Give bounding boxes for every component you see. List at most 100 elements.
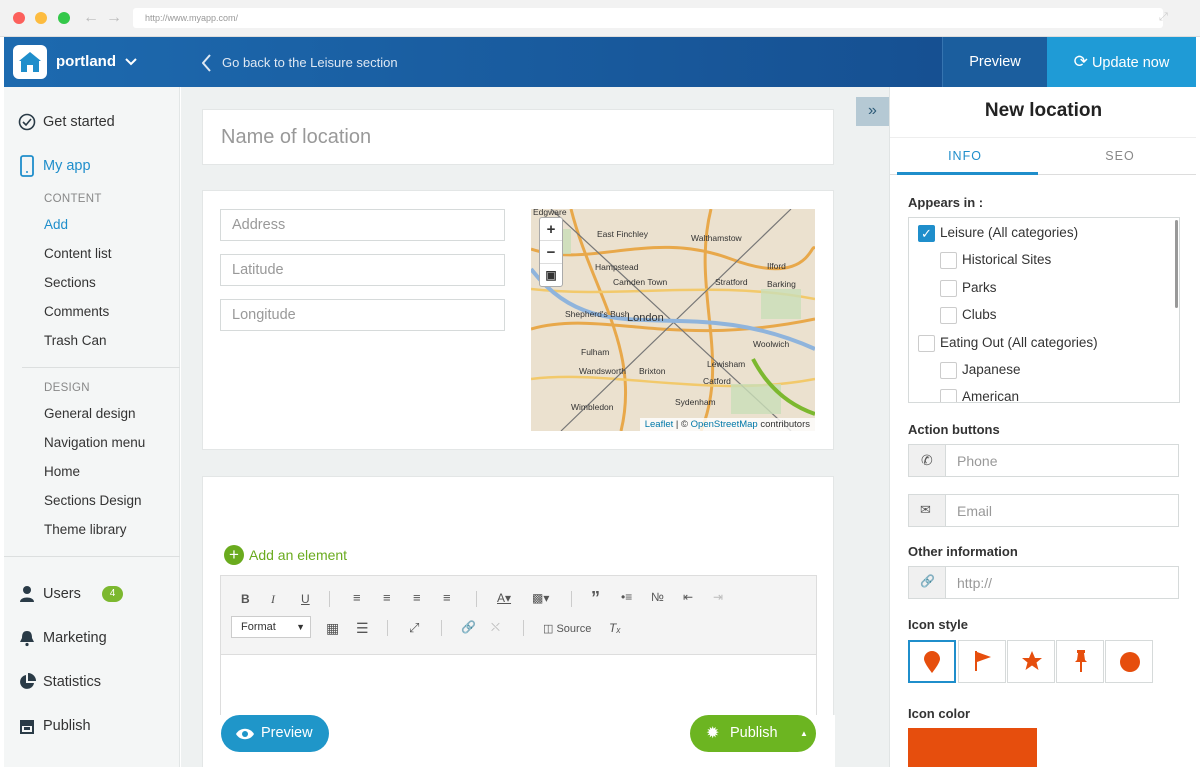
toolbar-separator (476, 591, 477, 607)
content-section-header: CONTENT (44, 193, 102, 205)
app-window: portland Go back to the Leisure section … (4, 37, 1196, 767)
zoom-out-button[interactable]: − (540, 241, 562, 264)
phone-field[interactable]: ✆ Phone (908, 444, 1179, 477)
active-tab-indicator (897, 172, 1038, 175)
icon-style-option[interactable] (958, 640, 1006, 683)
openstreetmap-link[interactable]: OpenStreetMap (691, 419, 758, 430)
format-select[interactable]: Format ▼ (231, 616, 311, 638)
name-of-location-input[interactable]: Name of location (221, 126, 371, 149)
category-scrollbar[interactable] (1175, 220, 1178, 308)
url-input[interactable]: http:// (957, 575, 992, 591)
address-input[interactable]: Address (220, 209, 505, 241)
sidebar-item-sections-design[interactable]: Sections Design (44, 493, 142, 508)
zoom-in-button[interactable]: + (540, 218, 562, 241)
link-icon[interactable]: 🔗 (461, 620, 476, 634)
source-button[interactable]: ◫ Source (543, 622, 591, 635)
sidebar-item-add[interactable]: Add (44, 217, 68, 232)
fullscreen-icon[interactable]: ⤢ (1159, 12, 1170, 23)
sidebar-item-theme-library[interactable]: Theme library (44, 522, 127, 537)
checkbox[interactable] (940, 389, 957, 402)
sidebar-item-home[interactable]: Home (44, 464, 80, 479)
forward-arrow-icon[interactable]: → (106, 9, 122, 27)
blockquote-icon[interactable]: ” (591, 588, 600, 609)
align-center-icon[interactable]: ≡ (383, 590, 391, 605)
indent-icon[interactable]: ⇥ (713, 590, 723, 604)
map-pin-icon (924, 651, 940, 673)
longitude-input[interactable]: Longitude (220, 299, 505, 331)
refresh-icon: ⟳ (1073, 52, 1088, 71)
map-label: Shepherd's Bush (565, 309, 630, 319)
bulleted-list-icon[interactable]: •≡ (621, 590, 632, 604)
checkbox[interactable] (940, 252, 957, 269)
remove-format-icon[interactable]: Tₓ (609, 621, 621, 635)
align-left-icon[interactable]: ≡ (353, 590, 361, 605)
maximize-window-button[interactable] (58, 12, 70, 24)
outdent-icon[interactable]: ⇤ (683, 590, 693, 604)
sidebar-item-navigation-menu[interactable]: Navigation menu (44, 435, 145, 450)
url-field[interactable]: 🔗 http:// (908, 566, 1179, 599)
justify-icon[interactable]: ≡ (443, 590, 451, 605)
checkbox[interactable] (918, 335, 935, 352)
map-label: Fulham (581, 347, 610, 357)
close-window-button[interactable] (13, 12, 25, 24)
checkbox[interactable] (940, 280, 957, 297)
sidebar-item-content-list[interactable]: Content list (44, 246, 112, 261)
app-switcher[interactable]: portland (56, 53, 137, 70)
sidebar-item-trash-can[interactable]: Trash Can (44, 333, 107, 348)
icon-style-option[interactable] (1056, 640, 1104, 683)
bold-icon[interactable]: B (241, 592, 250, 606)
panel-title: New location (984, 100, 1103, 121)
unlink-icon[interactable]: ⛌ (491, 620, 500, 635)
sidebar-divider (4, 556, 180, 557)
italic-icon[interactable]: I (271, 592, 275, 607)
name-card: Name of location (202, 109, 834, 165)
home-icon[interactable] (13, 45, 47, 79)
tab-info[interactable]: INFO (890, 149, 1040, 163)
chevron-down-icon (125, 58, 137, 66)
fullscreen-map-icon[interactable]: ▣ (540, 264, 562, 287)
checkbox-checked[interactable]: ✓ (918, 225, 935, 242)
preview-button[interactable]: Preview (221, 715, 329, 752)
map[interactable]: Edgware East Finchley Walthamstow Hampst… (531, 209, 815, 431)
maximize-icon[interactable]: ⤢ (409, 620, 419, 636)
icon-color-swatch[interactable] (908, 728, 1037, 767)
latitude-input[interactable]: Latitude (220, 254, 505, 286)
leaflet-link[interactable]: Leaflet (645, 419, 674, 430)
tab-seo[interactable]: SEO (1045, 149, 1195, 163)
phone-input[interactable]: Phone (957, 453, 997, 469)
caret-down-icon: ▼ (296, 622, 305, 632)
email-input[interactable]: Email (957, 503, 992, 519)
sidebar-item-comments[interactable]: Comments (44, 304, 109, 319)
map-label: East Finchley (597, 229, 649, 239)
preview-top-button[interactable]: Preview (942, 37, 1047, 87)
checkbox[interactable] (940, 307, 957, 324)
back-arrow-icon[interactable]: ← (83, 9, 99, 27)
text-color-icon[interactable]: A▾ (497, 591, 511, 605)
checkbox[interactable] (940, 362, 957, 379)
underline-icon[interactable]: U (301, 592, 310, 606)
collapse-panel-button[interactable]: » (856, 97, 889, 126)
email-field[interactable]: ✉ Email (908, 494, 1179, 527)
icon-style-option[interactable] (1105, 640, 1153, 683)
icon-style-option[interactable] (908, 640, 956, 683)
attribution-tail: contributors (757, 419, 810, 430)
numbered-list-icon[interactable]: № (651, 590, 664, 604)
table-icon[interactable]: ▦ (326, 620, 339, 637)
map-label: Catford (703, 376, 731, 386)
horizontal-rule-icon[interactable]: ☰ (356, 620, 369, 637)
align-right-icon[interactable]: ≡ (413, 590, 421, 605)
icon-style-option[interactable] (1007, 640, 1055, 683)
users-label: Users (43, 586, 81, 602)
icon-color-label: Icon color (908, 706, 971, 721)
background-color-icon[interactable]: ▩▾ (532, 591, 549, 605)
caret-up-icon[interactable]: ▲ (800, 715, 808, 752)
address-bar[interactable]: http://www.myapp.com/ (133, 8, 1163, 28)
minimize-window-button[interactable] (35, 12, 47, 24)
pushpin-icon (1075, 650, 1087, 672)
editor-toolbar: B I U ≡ ≡ ≡ ≡ A▾ ▩▾ ” •≡ № ⇤ ⇥ Format ▼ … (220, 575, 817, 655)
sidebar-item-sections[interactable]: Sections (44, 275, 96, 290)
sidebar-item-general-design[interactable]: General design (44, 406, 136, 421)
publish-label: Publish (43, 718, 91, 734)
update-now-button[interactable]: ⟳ Update now (1047, 37, 1196, 87)
publish-button[interactable]: ✹ Publish ▲ (690, 715, 816, 752)
